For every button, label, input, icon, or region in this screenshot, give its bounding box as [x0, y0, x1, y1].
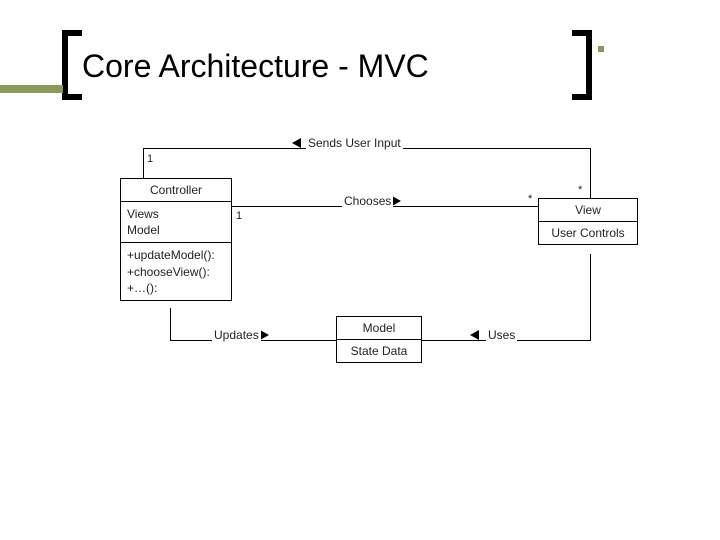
mult-view-mid: * [528, 193, 532, 205]
edge-uses-v [590, 254, 591, 340]
arrow-updates [260, 330, 269, 340]
accent-dot [598, 46, 604, 52]
edge-sends-user-input-v-left [143, 148, 144, 178]
arrow-sends-user-input [292, 138, 301, 148]
arrow-uses [470, 330, 479, 340]
edge-sends-user-input-v-right [590, 148, 591, 198]
box-controller-ops: +updateModel(): +chooseView(): +…(): [121, 243, 231, 300]
box-controller-attrs: Views Model [121, 202, 231, 243]
accent-bar [0, 85, 63, 93]
label-uses: Uses [486, 328, 517, 342]
mult-controller-mid: 1 [236, 210, 242, 222]
label-sends-user-input: Sends User Input [306, 136, 403, 150]
box-controller: Controller Views Model +updateModel(): +… [120, 178, 232, 301]
box-view-attrs: User Controls [539, 222, 637, 244]
label-chooses: Chooses [342, 194, 393, 208]
box-view: View User Controls [538, 198, 638, 245]
box-view-name: View [539, 199, 637, 222]
mult-view-top: * [578, 184, 582, 196]
box-controller-name: Controller [121, 179, 231, 202]
label-updates: Updates [212, 328, 261, 342]
box-model: Model State Data [336, 316, 422, 363]
mvc-diagram: Sends User Input Chooses Updates Uses 1 … [0, 140, 720, 540]
box-model-name: Model [337, 317, 421, 340]
box-model-attrs: State Data [337, 340, 421, 362]
page-title: Core Architecture - MVC [82, 48, 429, 85]
mult-controller-top: 1 [147, 153, 153, 165]
edge-updates-v [170, 308, 171, 340]
